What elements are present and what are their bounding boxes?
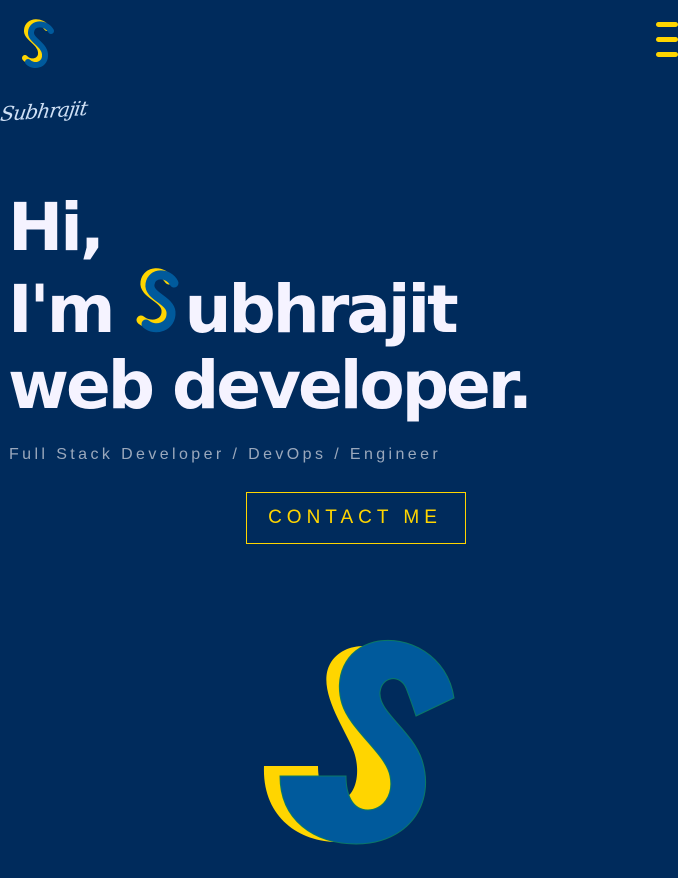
menu-bar-bottom [656,52,678,57]
s-logo-icon[interactable] [16,18,56,76]
s-logo-large-icon [263,639,455,845]
menu-bar-top [656,22,678,27]
hero-heading: Hi, I'm ubhrajit web developer. [8,189,533,424]
hero-role: web developer. [8,347,533,424]
hamburger-menu-icon[interactable] [656,22,678,62]
hero-greeting: Hi, [8,189,105,266]
hero-tagline: Full Stack Developer / DevOps / Engineer [9,446,442,463]
contact-me-button[interactable]: CONTACT ME [246,492,466,544]
hero-name-line: I'm ubhrajit [8,266,530,348]
menu-bar-middle [656,37,678,42]
hero-name-rest: ubhrajit [184,271,459,348]
s-logo-icon [136,268,179,333]
signature: Subhrajit [0,96,89,126]
hero-intro-prefix: I'm [8,271,116,348]
page: Subhrajit Hi, I'm ubhrajit web developer… [0,0,678,878]
